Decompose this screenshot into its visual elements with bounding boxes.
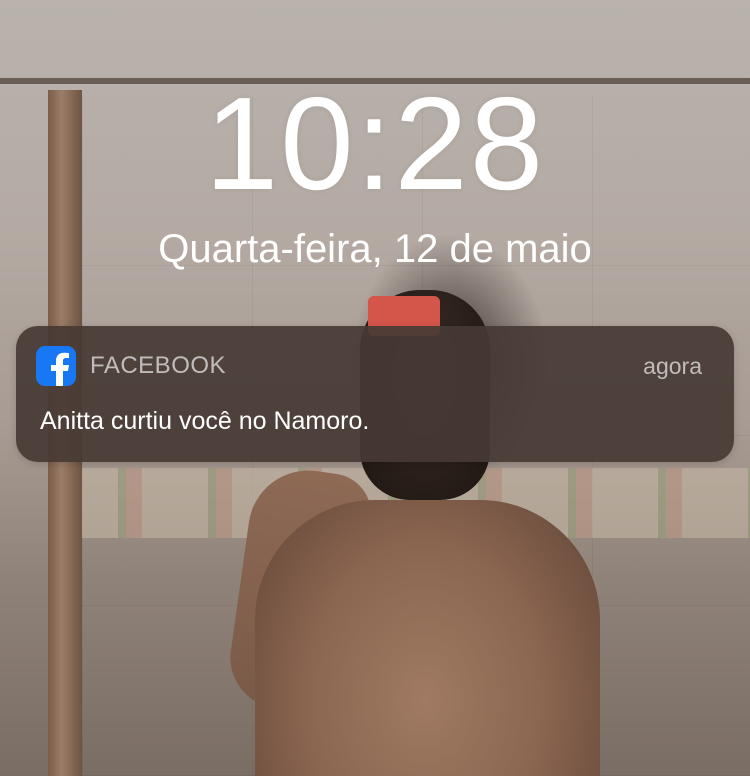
lock-time: 10:28 [204,70,546,217]
lock-screen: 10:28 Quarta-feira, 12 de maio FACEBOOK … [0,0,750,776]
facebook-icon [36,346,76,386]
lock-date: Quarta-feira, 12 de maio [158,227,592,271]
notification-timestamp: agora [643,352,702,379]
notification-app-name: FACEBOOK [90,352,227,379]
notification-header: FACEBOOK agora [36,346,702,386]
notification-card[interactable]: FACEBOOK agora Anitta curtiu você no Nam… [16,326,734,462]
wallpaper-person-body [255,500,600,776]
notification-message: Anitta curtiu você no Namoro. [40,407,370,435]
